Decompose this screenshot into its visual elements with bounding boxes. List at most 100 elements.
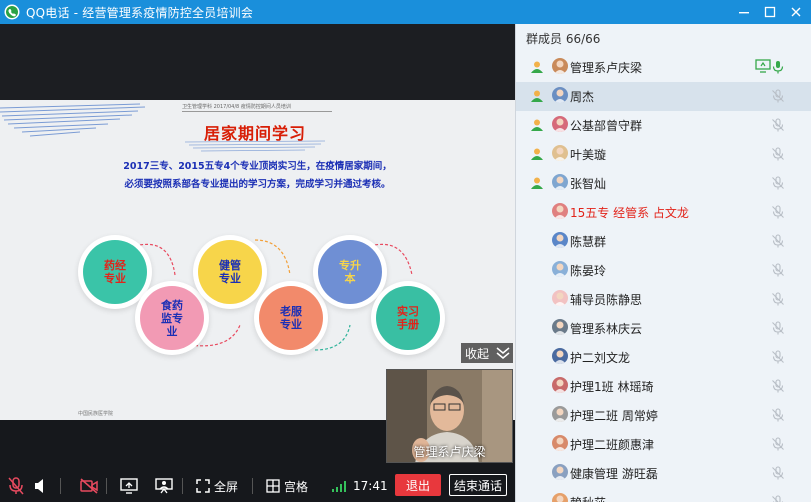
member-name: 健康管理 游旺磊 [570,467,658,481]
video-call-area: 卫生管理学科 2017/04/8 疫情防控期间人员培训 居家期间学习 2017三… [0,24,515,502]
close-button[interactable] [783,0,809,24]
exit-button[interactable]: 退出 [395,474,441,496]
mic-muted-icon [772,263,784,277]
grid-icon [266,479,280,493]
member-name: 管理系卢庆梁 [570,61,643,75]
member-avatar [552,348,568,364]
toolbar-divider-4 [252,470,254,502]
member-name: 管理系林庆云 [570,322,643,336]
fullscreen-icon [196,479,210,493]
speaker-role-icon [531,177,543,189]
grid-view-button[interactable]: 宫格 [266,470,308,502]
maximize-button[interactable] [757,0,783,24]
member-row[interactable]: 公基部曾守群 [516,111,811,140]
mic-muted-icon [772,118,784,132]
self-video-tile[interactable]: 管理系卢庆梁 [386,369,513,463]
mic-muted-icon [772,466,784,480]
collapse-label: 收起 [465,346,490,361]
mic-muted-icon [8,477,24,495]
member-name: 周杰 [570,90,595,104]
circle-internship-handbook: 实习 手册 [376,286,440,350]
circle-zhuanshengben: 专升 本 [318,240,382,304]
top-strip [0,24,515,100]
member-row[interactable]: 护理二班颜惠津 [516,430,811,459]
grid-label: 宫格 [284,479,309,494]
member-row[interactable]: 賴秋莎 [516,488,811,502]
double-chevron-down-icon [496,347,510,359]
screen-share-icon [755,59,771,73]
member-avatar [552,145,568,161]
circle-shiyaojian-major: 食药 监专 业 [140,286,204,350]
circle-jianguan-major: 健管 专业 [198,240,262,304]
member-row[interactable]: 护理1班 林瑶琦 [516,372,811,401]
member-row[interactable]: 叶美璇 [516,140,811,169]
circle-yaojing-major: 药经 专业 [83,240,147,304]
member-avatar [552,435,568,451]
video-participant-name: 管理系卢庆梁 [413,445,486,459]
presenter-icon [155,478,173,494]
member-avatar [552,464,568,480]
member-name: 公基部曾守群 [570,119,643,133]
signal-strength: 17:41 [332,470,388,502]
speaker-role-icon [531,148,543,160]
member-name: 辅导员陈静思 [570,293,643,307]
member-row[interactable]: 健康管理 游旺磊 [516,459,811,488]
mic-muted-icon [772,176,784,190]
mic-muted-icon [772,321,784,335]
camera-off-icon [80,478,98,494]
member-avatar [552,290,568,306]
speaker-role-icon [531,61,543,73]
member-avatar [552,232,568,248]
member-row[interactable]: 周杰 [516,82,811,111]
member-name: 护理二班 周常婷 [570,409,658,423]
mic-muted-icon [772,205,784,219]
member-name: 陈慧群 [570,235,607,249]
speaker-role-icon [531,119,543,131]
share-screen-icon [120,478,138,494]
camera-toggle-button[interactable] [80,470,98,502]
share-screen-button[interactable] [120,470,138,502]
title-bar: QQ电话 - 经营管理系疫情防控全员培训会 [0,0,811,24]
member-row[interactable]: 管理系林庆云 [516,314,811,343]
maximize-icon [764,6,776,18]
member-name: 15五专 经管系 占文龙 [570,206,689,220]
member-avatar [552,174,568,190]
mic-muted-icon [772,234,784,248]
member-row[interactable]: 护二刘文龙 [516,343,811,372]
presentation-button[interactable] [155,470,173,502]
member-list-panel: 群成员 66/66 管理系卢庆梁 周杰公基部曾守群 叶美璇张智灿 15五专 经管系 占… [515,24,811,502]
member-avatar [552,493,568,502]
member-avatar [552,58,568,74]
speaker-role-icon [531,90,543,102]
member-row[interactable]: 管理系卢庆梁 [516,53,811,82]
member-row[interactable]: 陈慧群 [516,227,811,256]
member-row[interactable]: 张智灿 [516,169,811,198]
member-name: 陈晏玲 [570,264,607,278]
member-name: 护理二班颜惠津 [570,438,655,452]
close-icon [791,7,801,17]
mic-muted-icon [772,379,784,393]
member-count-header: 群成员 66/66 [526,32,601,46]
mic-muted-icon [772,437,784,451]
member-avatar [552,261,568,277]
collapse-button[interactable]: 收起 [461,343,513,363]
speaker-button[interactable] [34,470,48,502]
call-duration: 17:41 [353,479,388,493]
mic-toggle-button[interactable] [8,470,24,502]
member-row[interactable]: 辅导员陈静思 [516,285,811,314]
member-name: 叶美璇 [570,148,607,162]
end-call-button[interactable]: 结束通话 [449,474,507,496]
speaker-icon [35,479,43,493]
member-row[interactable]: 陈晏玲 [516,256,811,285]
mic-muted-icon [772,408,784,422]
member-avatar [552,319,568,335]
member-avatar [552,377,568,393]
minimize-button[interactable] [731,0,757,24]
qq-call-logo-icon [4,4,20,20]
member-row[interactable]: 护理二班 周常婷 [516,401,811,430]
member-name: 张智灿 [570,177,607,191]
member-row[interactable]: 15五专 经管系 占文龙 [516,198,811,227]
toolbar-divider [60,470,62,502]
toolbar-divider-2 [106,470,108,502]
fullscreen-button[interactable]: 全屏 [196,470,238,502]
